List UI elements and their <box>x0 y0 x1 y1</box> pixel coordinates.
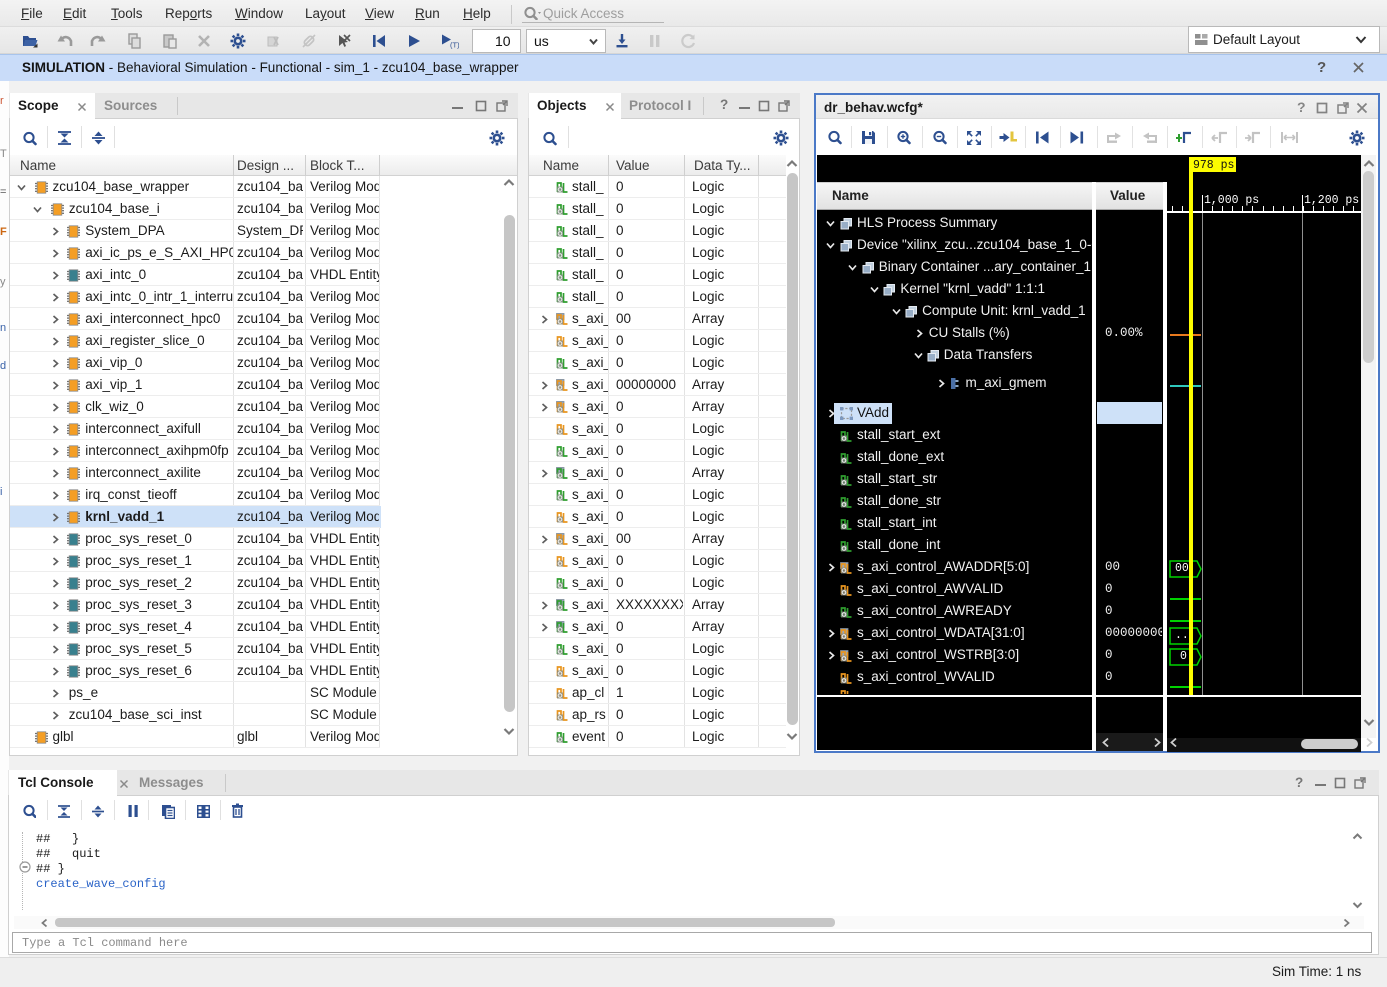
svg-text:(T): (T) <box>450 41 459 50</box>
